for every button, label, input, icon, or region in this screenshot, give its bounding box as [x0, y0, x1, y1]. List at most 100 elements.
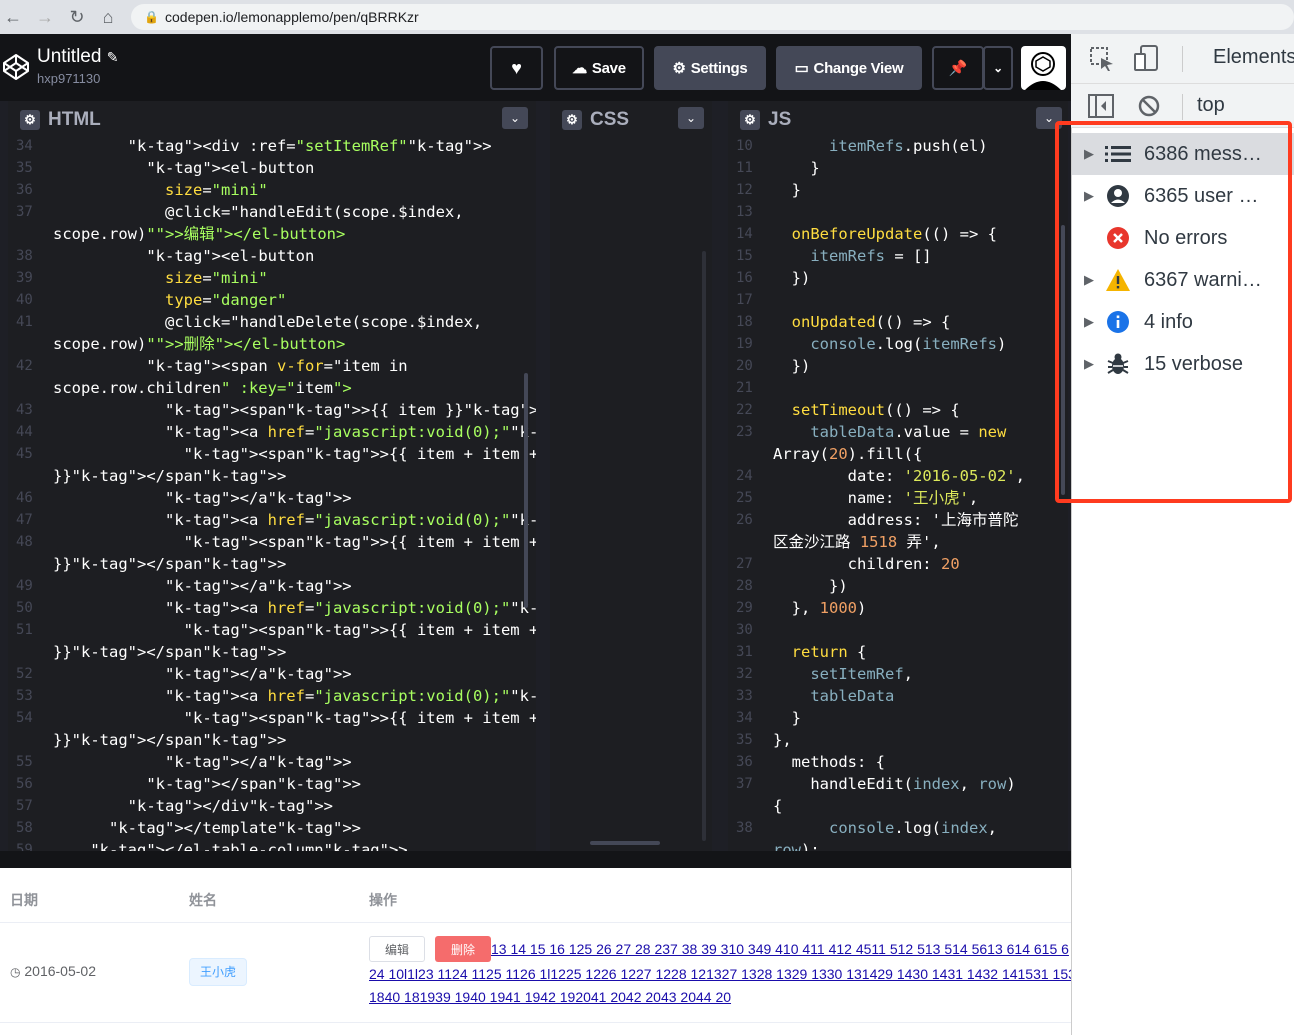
code-line: address: '上海市普陀 [773, 511, 1019, 529]
code-line: }, 1000) [773, 599, 867, 617]
js-tabbar: ⚙ JS ⌄ [728, 101, 1068, 135]
code-line: type="danger" [164, 291, 287, 309]
context-selector[interactable]: top [1197, 94, 1225, 117]
url-text: codepen.io/lemonapplemo/pen/qBRRKzr [165, 9, 419, 25]
css-dropdown-icon[interactable]: ⌄ [678, 107, 704, 129]
avatar[interactable] [1021, 46, 1066, 90]
code-line: }, [773, 731, 792, 749]
css-tab[interactable]: ⚙ CSS [550, 105, 630, 135]
pin-button[interactable]: 📌 [932, 46, 984, 90]
code-line: Array(20).fill({ [773, 445, 923, 463]
js-code[interactable]: 10 itemRefs.push(el) 11 } 12 } 13 14 onBefor… [728, 135, 1068, 851]
code-line: methods: { [773, 753, 885, 771]
code-line: }) [773, 577, 848, 595]
code-line: "k-tag"></a"k-tag">> [164, 489, 352, 507]
line-number: 11 [736, 160, 753, 176]
pen-title[interactable]: Untitled ✎ [37, 46, 118, 68]
line-number: 56 [16, 776, 33, 792]
code-line: 区金沙江路 1518 弄', [773, 533, 941, 551]
save-button[interactable]: ☁ Save [554, 46, 644, 90]
home-icon[interactable]: ⌂ [97, 6, 119, 28]
delete-button[interactable]: 删除 [435, 936, 491, 962]
back-icon[interactable]: ← [2, 6, 24, 28]
line-number: 20 [736, 358, 753, 374]
css-code[interactable] [550, 135, 712, 851]
line-number: 26 [736, 512, 753, 528]
devtools-toolbar: Elements [1071, 34, 1294, 84]
code-line: "k-tag"></span"k-tag">> [146, 775, 361, 793]
line-number: 27 [736, 556, 753, 572]
css-hscrollbar[interactable] [590, 841, 660, 845]
item-links-row-1[interactable]: 13 14 15 16 125 26 27 28 237 38 39 310 3… [491, 941, 1071, 957]
code-line: } [773, 181, 801, 199]
line-number: 35 [16, 160, 33, 176]
html-tab[interactable]: ⚙ HTML [8, 105, 101, 135]
html-editor[interactable]: ⚙ HTML ⌄ 34 "k-tag"><div :ref="setItemRef… [8, 101, 536, 851]
line-number: 37 [736, 776, 753, 792]
reload-icon[interactable]: ↻ [66, 6, 88, 28]
edit-button[interactable]: 编辑 [369, 936, 425, 962]
date-cell: ◷ 2016-05-02 [10, 963, 96, 979]
clear-console-icon[interactable] [1137, 94, 1161, 118]
code-line: itemRefs.push(el) [829, 137, 988, 155]
line-number: 18 [736, 314, 753, 330]
device-toolbar-icon[interactable] [1133, 44, 1161, 72]
html-dropdown-icon[interactable]: ⌄ [502, 107, 528, 129]
code-line: scope.row)"">>删除"></el-button> [53, 335, 346, 353]
code-line: console.log(index, [829, 819, 998, 837]
html-scrollbar[interactable] [524, 373, 528, 608]
codepen-logo-icon[interactable] [2, 53, 30, 81]
js-settings-icon[interactable]: ⚙ [740, 110, 760, 130]
html-settings-icon[interactable]: ⚙ [20, 110, 40, 130]
css-settings-icon[interactable]: ⚙ [562, 110, 582, 130]
pin-icon: 📌 [948, 60, 968, 77]
settings-button[interactable]: ⚙ Settings [654, 46, 766, 90]
line-number: 52 [16, 666, 33, 682]
item-links-row-2[interactable]: 24 10l1l23 1124 1125 1126 1l1225 1226 12… [369, 966, 1071, 982]
js-editor[interactable]: ⚙ JS ⌄ 10 itemRefs.push(el) 11 } 12 } 13 14 o… [728, 101, 1068, 851]
pin-dropdown-button[interactable]: ⌄ [983, 46, 1013, 90]
gear-icon: ⚙ [672, 60, 686, 77]
item-links-row-3[interactable]: 1840 181939 1940 1941 1942 192041 2042 2… [369, 989, 1071, 1005]
js-tab[interactable]: ⚙ JS [728, 105, 792, 135]
code-line: return { [791, 643, 867, 661]
cloud-icon: ☁ [572, 60, 587, 77]
name-tag: 王小虎 [189, 958, 247, 986]
css-editor[interactable]: ⚙ CSS ⌄ [550, 101, 712, 851]
code-line: "k-tag"><a href="javascript:void(0);""k-… [164, 599, 536, 617]
clock-icon: ◷ [10, 965, 21, 979]
line-number: 14 [736, 226, 753, 242]
love-button[interactable]: ♥ [490, 46, 543, 90]
code-line: setTimeout(() => { [791, 401, 960, 419]
chevron-down-icon: ⌄ [993, 61, 1003, 75]
code-line: size="mini" [164, 269, 268, 287]
forward-icon[interactable]: → [34, 6, 56, 28]
pencil-icon[interactable]: ✎ [107, 49, 119, 65]
html-code[interactable]: 34 "k-tag"><div :ref="setItemRef""k-tag"… [8, 135, 536, 851]
date-text: 2016-05-02 [24, 963, 96, 979]
inspect-icon[interactable] [1089, 46, 1115, 72]
change-view-button[interactable]: ▭ Change View [776, 46, 922, 90]
code-line: "k-tag"><span v-for="item in [146, 357, 408, 375]
line-number: 30 [736, 622, 753, 638]
resize-divider[interactable] [0, 851, 1071, 868]
code-line: "k-tag"><div :ref="setItemRef""k-tag">> [127, 137, 492, 155]
sidebar-toggle-icon[interactable] [1088, 94, 1114, 118]
code-line: }}"k-tag"></span"k-tag">> [53, 467, 287, 485]
line-number: 39 [16, 270, 33, 286]
pen-author[interactable]: hxp971130 [37, 71, 100, 86]
css-scrollbar[interactable] [702, 251, 706, 841]
line-number: 33 [736, 688, 753, 704]
line-number: 31 [736, 644, 753, 660]
code-line: } [773, 709, 801, 727]
elements-tab[interactable]: Elements [1213, 46, 1294, 69]
address-bar[interactable]: 🔒 codepen.io/lemonapplemo/pen/qBRRKzr [131, 4, 1294, 30]
line-number: 42 [16, 358, 33, 374]
code-line: @click="handleEdit(scope.$index, [53, 203, 464, 221]
code-line: console.log(itemRefs) [810, 335, 1007, 353]
line-number: 46 [16, 490, 33, 506]
code-line: "k-tag"></div"k-tag">> [127, 797, 333, 815]
code-line: scope.row)"">>编辑"></el-button> [53, 225, 346, 243]
line-number: 40 [16, 292, 33, 308]
column-header-actions: 操作 [369, 892, 397, 908]
